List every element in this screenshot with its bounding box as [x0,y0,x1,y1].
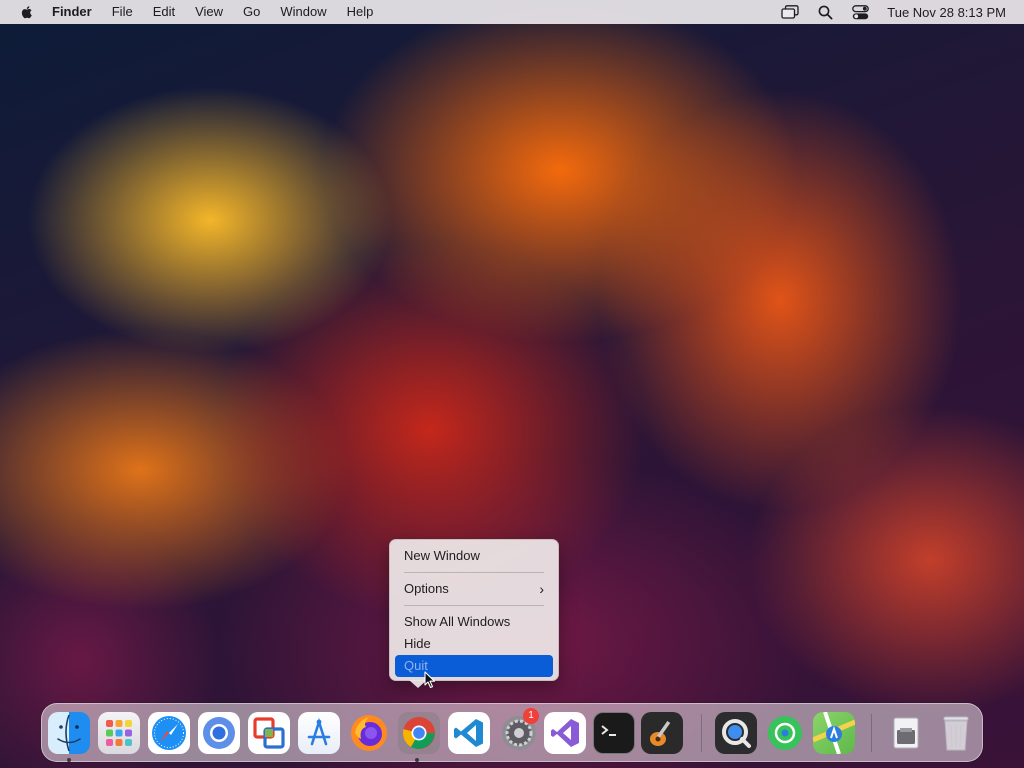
running-indicator [67,758,71,762]
chrome-icon[interactable] [398,712,440,754]
maps-icon[interactable] [813,712,855,754]
dock: 1 [41,703,983,762]
menu-item-label: Options [404,581,449,596]
dock-context-menu: New Window Options › Show All Windows Hid… [389,539,559,688]
menu-item-show-all-windows[interactable]: Show All Windows [395,611,553,633]
app-store-icon[interactable] [298,712,340,754]
visual-studio-icon[interactable] [544,712,586,754]
downloads-folder-icon[interactable] [885,712,927,754]
menu-separator [404,605,544,606]
chromium-icon[interactable] [198,712,240,754]
chevron-right-icon: › [539,581,544,597]
search-icon[interactable] [816,3,834,21]
menu-item-label: Hide [404,636,431,651]
running-indicator [415,758,419,762]
menu-view[interactable]: View [185,0,233,24]
launchpad-icon[interactable] [98,712,140,754]
menu-item-label: Show All Windows [404,614,511,629]
menu-item-new-window[interactable]: New Window [395,545,553,567]
menu-window[interactable]: Window [270,0,336,24]
quicktime-icon[interactable] [715,712,757,754]
menu-separator [404,572,544,573]
menu-bar-clock[interactable]: Tue Nov 28 8:13 PM [887,5,1006,20]
menu-file[interactable]: File [102,0,143,24]
safari-icon[interactable] [148,712,190,754]
mouse-pointer-icon [424,671,436,689]
menu-item-hide[interactable]: Hide [395,633,553,655]
menu-app-finder[interactable]: Finder [52,0,102,24]
terminal-icon[interactable] [593,712,635,754]
window-stack-icon[interactable] [781,3,799,21]
menu-edit[interactable]: Edit [143,0,185,24]
firefox-icon[interactable] [348,712,390,754]
menu-help[interactable]: Help [337,0,384,24]
vmware-fusion-icon[interactable] [248,712,290,754]
control-center-icon[interactable] [851,3,869,21]
find-my-icon[interactable] [764,712,806,754]
vscode-icon[interactable] [448,712,490,754]
menu-item-options[interactable]: Options › [395,578,553,600]
menu-bar-status-area: Tue Nov 28 8:13 PM [764,0,1006,24]
apple-logo-icon[interactable] [19,4,35,20]
garageband-icon[interactable] [641,712,683,754]
menu-bar: Finder File Edit View Go Window Help Tue… [0,0,1024,24]
menu-item-label: New Window [404,548,480,563]
finder-icon[interactable] [48,712,90,754]
menu-item-quit[interactable]: Quit [395,655,553,677]
trash-icon[interactable] [935,712,977,754]
dock-divider [701,714,702,752]
dock-divider [871,714,872,752]
menu-go[interactable]: Go [233,0,270,24]
notification-badge: 1 [523,708,539,724]
